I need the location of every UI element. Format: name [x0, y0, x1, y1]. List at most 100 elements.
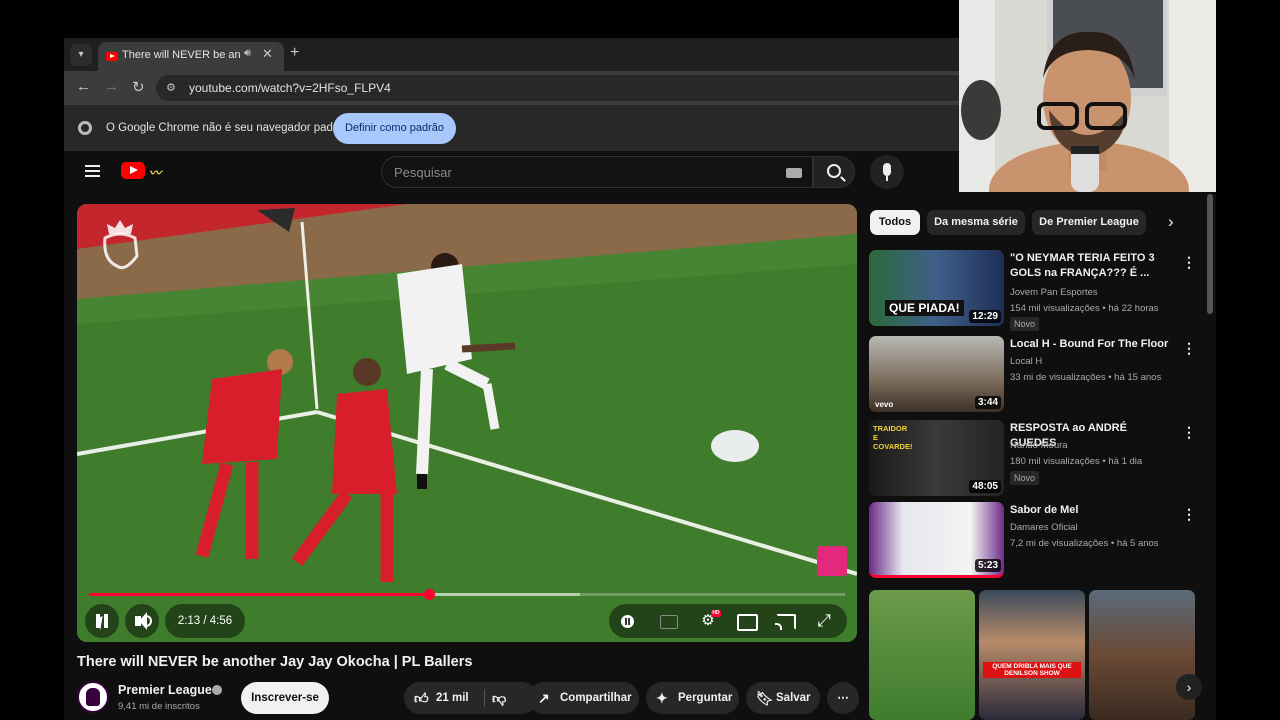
recommendation-meta: 7,2 mi de visualizações • há 5 anos	[1010, 538, 1159, 549]
search-input[interactable]: Pesquisar	[381, 156, 813, 188]
channel-name[interactable]: Premier League	[118, 683, 212, 697]
player-right-controls: ⚙︎ HD	[609, 604, 847, 638]
recommendation-title: Local H - Bound For The Floor	[1010, 338, 1169, 350]
recommendation-thumbnail[interactable]: QUE PIADA! 12:29	[869, 250, 1004, 326]
chip-same-series[interactable]: Da mesma série	[927, 210, 1025, 235]
recommendation-thumbnail[interactable]: TRAIDOR E COVARDE! 48:05	[869, 420, 1004, 496]
browser-tab[interactable]: There will NEVER be another 🔊︎ ✕	[98, 42, 284, 71]
hd-badge: HD	[711, 610, 721, 617]
chrome-logo-icon	[78, 121, 92, 135]
dislike-icon[interactable]: 👎︎	[492, 682, 506, 714]
short-3[interactable]	[1089, 590, 1195, 720]
theater-mode-button[interactable]	[727, 604, 765, 638]
ask-label: Perguntar	[678, 692, 733, 704]
recommendation-channel: Damares Oficial	[1010, 522, 1078, 533]
volume-wave-icon	[145, 615, 152, 627]
subtitles-button[interactable]	[649, 604, 687, 638]
sidebar-scrollbar[interactable]	[1207, 194, 1213, 314]
volume-button[interactable]	[125, 604, 159, 638]
recommendation-thumbnail[interactable]: 5:23	[869, 502, 1004, 578]
sparkle-icon: ✦	[656, 690, 668, 706]
channel-avatar[interactable]	[77, 681, 109, 713]
forward-icon[interactable]: →	[104, 78, 119, 95]
video-duration: 5:23	[974, 559, 1001, 572]
new-tab-button[interactable]: +	[290, 44, 299, 62]
more-options-icon[interactable]: ⋮	[1182, 506, 1196, 523]
recommendation-title: Sabor de Mel	[1010, 504, 1079, 516]
video-duration: 3:44	[974, 396, 1001, 409]
tab-title: There will NEVER be another	[122, 49, 240, 61]
recommendation-3[interactable]: TRAIDOR E COVARDE! 48:05 RESPOSTA ao AND…	[869, 420, 1199, 498]
chevron-right-icon[interactable]: ›	[1176, 674, 1202, 700]
recommendation-meta: 33 mi de visualizações • há 15 anos	[1010, 372, 1162, 383]
infobar-message: O Google Chrome não é seu navegador padr…	[106, 122, 350, 134]
site-info-icon[interactable]: ⚙︎	[166, 81, 176, 94]
recommendation-channel: Jovem Pan Esportes	[1010, 287, 1098, 298]
more-options-icon[interactable]: ⋮	[1182, 424, 1196, 441]
fullscreen-button[interactable]	[805, 604, 843, 638]
voice-search-button[interactable]	[870, 155, 904, 189]
video-duration: 48:05	[969, 480, 1001, 493]
autoplay-toggle[interactable]	[609, 604, 647, 638]
progress-played	[89, 593, 430, 596]
reload-icon[interactable]: ↻	[132, 78, 145, 96]
youtube-favicon-icon	[106, 52, 118, 61]
url-text: youtube.com/watch?v=2HFso_FLPV4	[189, 81, 391, 95]
subscriber-count: 9,41 mi de inscritos	[118, 701, 200, 712]
settings-button[interactable]: ⚙︎ HD	[689, 604, 727, 638]
video-title: There will NEVER be another Jay Jay Okoc…	[77, 654, 473, 670]
menu-icon[interactable]	[85, 165, 100, 177]
recommendation-channel: Nando Moura	[1010, 440, 1068, 451]
share-label: Compartilhar	[560, 692, 632, 704]
like-divider	[484, 689, 485, 707]
more-options-icon[interactable]: ⋮	[1182, 254, 1196, 271]
subscribe-button[interactable]: Inscrever-se	[241, 682, 329, 714]
back-icon[interactable]: ←	[76, 78, 91, 95]
chip-todos[interactable]: Todos	[870, 210, 920, 235]
search-button[interactable]	[813, 156, 855, 188]
like-icon[interactable]: 👍︎	[414, 682, 429, 714]
webcam-image	[959, 0, 1216, 192]
share-button[interactable]: ↗ Compartilhar	[528, 682, 639, 714]
save-button[interactable]: 🔖︎ Salvar	[746, 682, 820, 714]
shorts-shelf: QUEM DRIBLA MAIS QUE DENILSON SHOW ›	[869, 590, 1202, 720]
chip-premier-league[interactable]: De Premier League	[1032, 210, 1146, 235]
webcam-overlay	[959, 0, 1216, 192]
youtube-doodle[interactable]: 〰	[149, 164, 162, 181]
like-count[interactable]: 21 mil	[436, 682, 469, 714]
tab-search-button[interactable]: ▾	[70, 44, 92, 66]
close-tab-icon[interactable]: ✕	[262, 46, 273, 62]
video-player[interactable]: 2:13 / 4:56 ⚙︎ HD	[77, 204, 857, 642]
audio-playing-icon[interactable]: 🔊︎	[244, 47, 251, 60]
chevron-right-icon[interactable]: ›	[1168, 212, 1174, 232]
save-icon: 🔖︎	[756, 690, 774, 706]
premier-league-watermark-icon	[817, 546, 847, 576]
new-badge: Novo	[1010, 317, 1040, 331]
more-options-icon[interactable]: ⋮	[1182, 340, 1196, 357]
premier-league-logo-icon	[103, 220, 139, 270]
recommendation-title: "O NEYMAR TERIA FEITO 3 GOLS na FRANÇA??…	[1010, 252, 1155, 279]
youtube-logo-icon[interactable]	[121, 162, 145, 179]
like-dislike-group: 👍︎ 21 mil 👎︎	[404, 682, 538, 714]
keyboard-icon[interactable]	[786, 168, 802, 178]
set-default-button[interactable]: Definir como padrão	[333, 113, 456, 144]
short-caption: QUEM DRIBLA MAIS QUE DENILSON SHOW	[983, 662, 1081, 678]
time-display: 2:13 / 4:56	[165, 604, 245, 638]
save-label: Salvar	[776, 692, 811, 704]
thumbnail-caption: QUE PIADA!	[885, 300, 964, 316]
progress-bar[interactable]	[89, 589, 845, 600]
short-1[interactable]	[869, 590, 975, 720]
recommendation-1[interactable]: QUE PIADA! 12:29 "O NEYMAR TERIA FEITO 3…	[869, 250, 1199, 331]
recommendation-thumbnail[interactable]: vevo 3:44	[869, 336, 1004, 412]
short-2[interactable]: QUEM DRIBLA MAIS QUE DENILSON SHOW	[979, 590, 1085, 720]
recommendation-meta: 180 mil visualizações • há 1 dia	[1010, 456, 1143, 467]
thumbnail-caption: TRAIDOR E COVARDE!	[873, 424, 913, 451]
recommendation-2[interactable]: vevo 3:44 Local H - Bound For The Floor …	[869, 336, 1199, 414]
verified-icon	[212, 685, 222, 695]
more-actions-button[interactable]: ⋯	[827, 682, 859, 714]
speaker-icon	[135, 612, 147, 630]
ask-button[interactable]: ✦ Perguntar	[646, 682, 739, 714]
cast-button[interactable]	[765, 604, 803, 638]
recommendation-4[interactable]: 5:23 Sabor de Mel Damares Oficial 7,2 mi…	[869, 502, 1199, 580]
microphone-stand	[886, 176, 888, 181]
